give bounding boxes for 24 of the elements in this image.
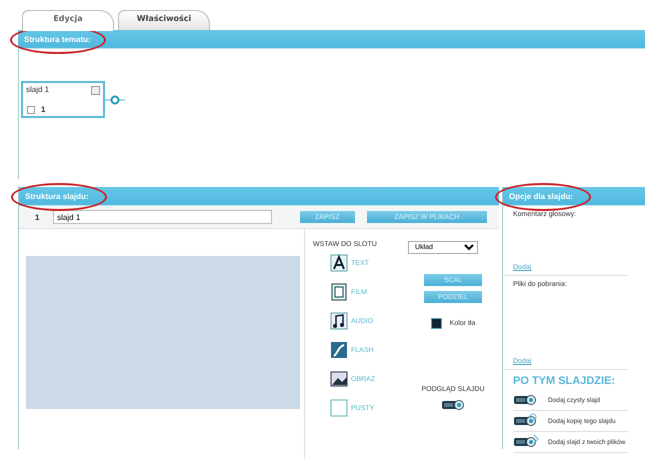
music-note-icon (330, 312, 348, 330)
section-heading: PO TYM SLAJDZIE: (513, 375, 616, 387)
film-icon (330, 283, 348, 301)
slide-node[interactable]: slajd 1 1 (21, 81, 105, 118)
add-node-icon (105, 94, 125, 104)
section-title: Struktura tematu: (24, 35, 91, 44)
section-title: Opcje dla slajdu: (509, 192, 574, 201)
slide-name-field[interactable]: slajd 1 (53, 210, 272, 224)
projector-icon[interactable] (441, 397, 465, 413)
letter-icon (330, 254, 348, 272)
node-title: slajd 1 (26, 85, 50, 94)
checkbox[interactable] (27, 106, 35, 114)
slide-number: 1 (35, 212, 40, 222)
image-icon (330, 370, 348, 388)
tab[interactable]: Edycja (22, 10, 114, 31)
projector-icon (513, 413, 539, 429)
blank-page-icon (330, 399, 348, 417)
flash-icon (330, 341, 348, 359)
projector-icon (513, 392, 539, 408)
tab[interactable]: Właściwości (118, 10, 210, 30)
section-title: Struktura slajdu: (25, 192, 89, 201)
node-number: 1 (41, 105, 46, 114)
color-swatch[interactable] (430, 318, 442, 329)
projector-icon (513, 434, 539, 450)
